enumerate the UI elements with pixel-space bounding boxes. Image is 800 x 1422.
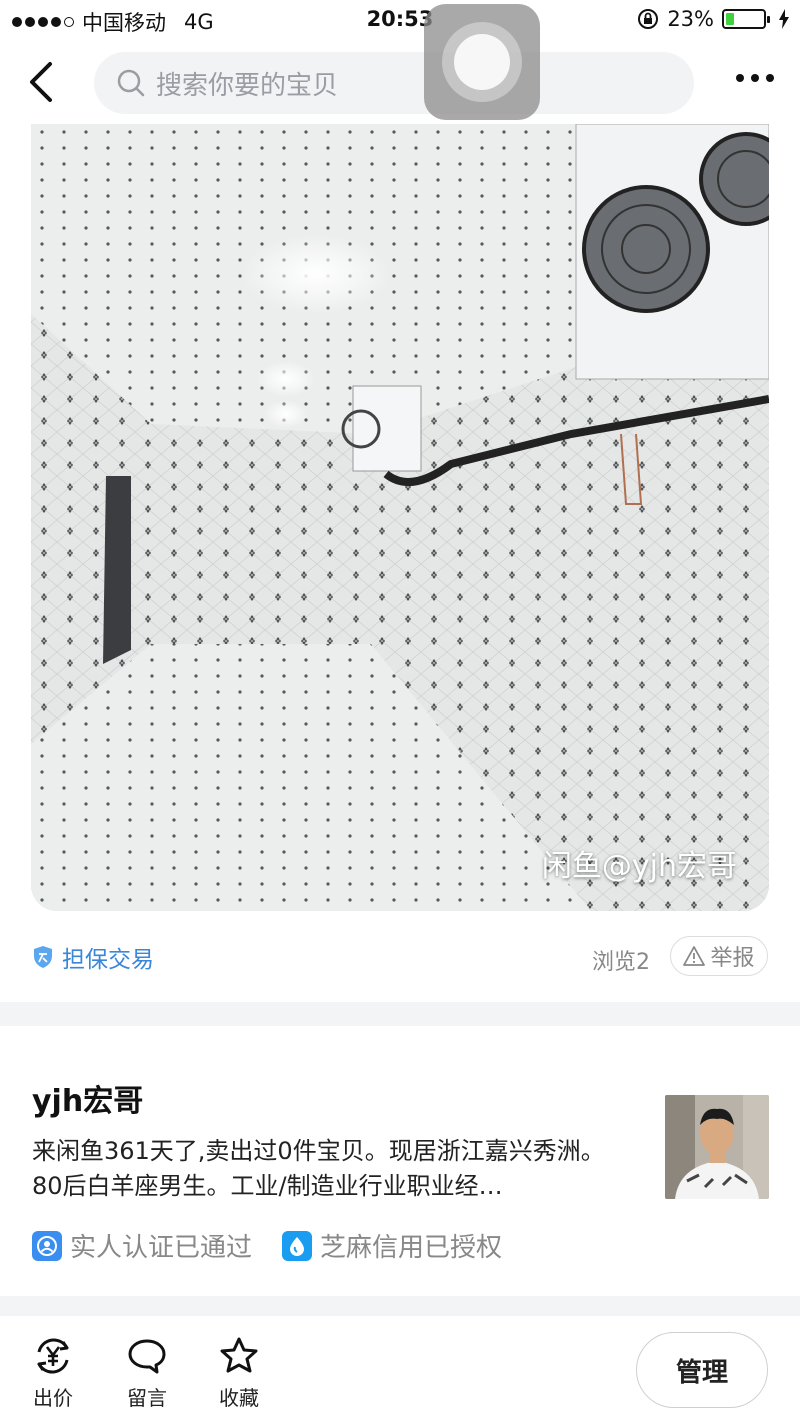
- search-icon: [117, 69, 145, 97]
- status-bar: 中国移动 4G 20:53 23%: [0, 0, 800, 40]
- manage-button[interactable]: 管理: [636, 1332, 768, 1408]
- comment-button[interactable]: 留言: [112, 1336, 182, 1411]
- favorite-label: 收藏: [219, 1386, 259, 1410]
- star-icon: [220, 1337, 258, 1373]
- section-divider: [0, 1002, 800, 1026]
- search-placeholder: 搜索你要的宝贝: [156, 70, 339, 101]
- product-photo[interactable]: 闲鱼@yjh宏哥: [31, 124, 769, 911]
- report-button[interactable]: 举报: [670, 936, 768, 976]
- escrow-trade-link[interactable]: 担保交易: [32, 940, 154, 974]
- battery-percent: 23%: [667, 7, 714, 31]
- view-count: 浏览2: [592, 950, 650, 975]
- charging-bolt-icon: [779, 9, 789, 29]
- photo-watermark: 闲鱼@yjh宏哥: [541, 849, 737, 884]
- seller-description: 来闲鱼361天了,卖出过0件宝贝。现居浙江嘉兴秀洲。80后白羊座男生。工业/制造…: [32, 1137, 605, 1200]
- comment-label: 留言: [127, 1386, 167, 1410]
- search-input[interactable]: 搜索你要的宝贝: [94, 52, 694, 114]
- person-verified-icon: [32, 1230, 62, 1261]
- assistive-touch-button[interactable]: [424, 4, 540, 120]
- badge-sesame-label: 芝麻信用已授权: [320, 1233, 503, 1263]
- more-options-icon[interactable]: [736, 74, 774, 82]
- badge-sesame-credit[interactable]: 芝麻信用已授权: [282, 1227, 502, 1264]
- bid-yuan-icon: [37, 1338, 69, 1374]
- badge-identity-verified[interactable]: 实人认证已通过: [32, 1227, 252, 1264]
- sesame-credit-icon: [282, 1230, 313, 1261]
- seller-avatar[interactable]: [665, 1095, 769, 1199]
- shield-icon: [34, 946, 52, 968]
- seller-name[interactable]: yjh宏哥: [32, 1076, 143, 1120]
- rotation-lock-icon: [638, 9, 659, 29]
- bottom-action-bar: 出价 留言 收藏 管理: [0, 1316, 800, 1422]
- bid-button[interactable]: 出价: [18, 1336, 88, 1411]
- comment-bubble-icon: [128, 1339, 166, 1374]
- section-divider: [0, 1296, 800, 1316]
- back-chevron-icon[interactable]: [22, 58, 62, 106]
- status-bar-right: 23%: [637, 7, 790, 31]
- report-label: 举报: [710, 946, 755, 971]
- seller-badges: 实人认证已通过 芝麻信用已授权: [32, 1227, 502, 1264]
- favorite-button[interactable]: 收藏: [204, 1336, 274, 1411]
- listing-info-row: 担保交易 浏览2 举报: [0, 932, 800, 984]
- escrow-label: 担保交易: [62, 947, 154, 973]
- nav-bar: 搜索你要的宝贝: [0, 40, 800, 126]
- warning-triangle-icon: [683, 946, 706, 966]
- battery-icon: [722, 9, 770, 29]
- bid-label: 出价: [33, 1386, 73, 1410]
- badge-identity-label: 实人认证已通过: [70, 1233, 253, 1263]
